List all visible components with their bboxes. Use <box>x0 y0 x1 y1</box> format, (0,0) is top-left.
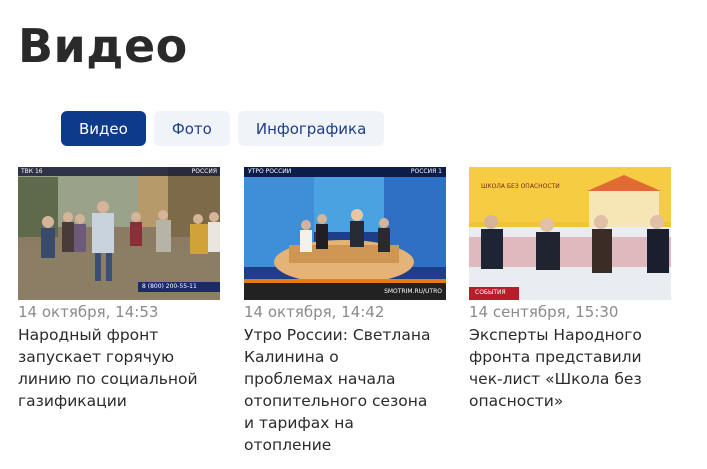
channel-logo-text: РОССИЯ <box>191 168 217 175</box>
page-title: Видео <box>18 19 188 73</box>
tab-infographics[interactable]: Инфографика <box>237 111 385 146</box>
video-card[interactable]: ТВК 16 РОССИЯ 8 (800) 200-55-11 14 октяб… <box>18 167 220 412</box>
video-title-link[interactable]: Утро России: Светлана Калинина о проблем… <box>244 324 446 456</box>
video-thumbnail[interactable]: ШКОЛА БЕЗ ОПАСНОСТИ СОБЫТИЯ <box>469 167 671 300</box>
video-thumbnail-image <box>18 167 220 300</box>
video-card[interactable]: УТРО РОССИИ РОССИЯ 1 SMOTRIM.RU/UTRO 14 … <box>244 167 446 456</box>
channel-logo-text: РОССИЯ 1 <box>410 168 442 175</box>
thumbnail-overlay-text: УТРО РОССИИ <box>248 168 292 175</box>
thumbnail-overlay-text: ШКОЛА БЕЗ ОПАСНОСТИ <box>481 183 560 190</box>
media-tabs: Видео Фото Инфографика <box>61 111 385 146</box>
tab-video[interactable]: Видео <box>61 111 146 146</box>
thumbnail-url-text: SMOTRIM.RU/UTRO <box>384 288 442 295</box>
video-title-link[interactable]: Народный фронт запускает горячую линию п… <box>18 324 220 412</box>
thumbnail-badge-text: СОБЫТИЯ <box>475 289 506 296</box>
video-date: 14 сентября, 15:30 <box>469 303 619 321</box>
video-date: 14 октября, 14:42 <box>244 303 385 321</box>
video-title-link[interactable]: Эксперты Народного фронта представили че… <box>469 324 671 412</box>
thumbnail-overlay-text: ТВК 16 <box>21 168 43 175</box>
thumbnail-phone-text: 8 (800) 200-55-11 <box>142 283 197 290</box>
video-thumbnail-image <box>244 167 446 300</box>
video-date: 14 октября, 14:53 <box>18 303 159 321</box>
video-card[interactable]: ШКОЛА БЕЗ ОПАСНОСТИ СОБЫТИЯ 14 сентября,… <box>469 167 671 412</box>
video-thumbnail[interactable]: УТРО РОССИИ РОССИЯ 1 SMOTRIM.RU/UTRO <box>244 167 446 300</box>
tab-photo[interactable]: Фото <box>153 111 230 146</box>
video-thumbnail[interactable]: ТВК 16 РОССИЯ 8 (800) 200-55-11 <box>18 167 220 300</box>
